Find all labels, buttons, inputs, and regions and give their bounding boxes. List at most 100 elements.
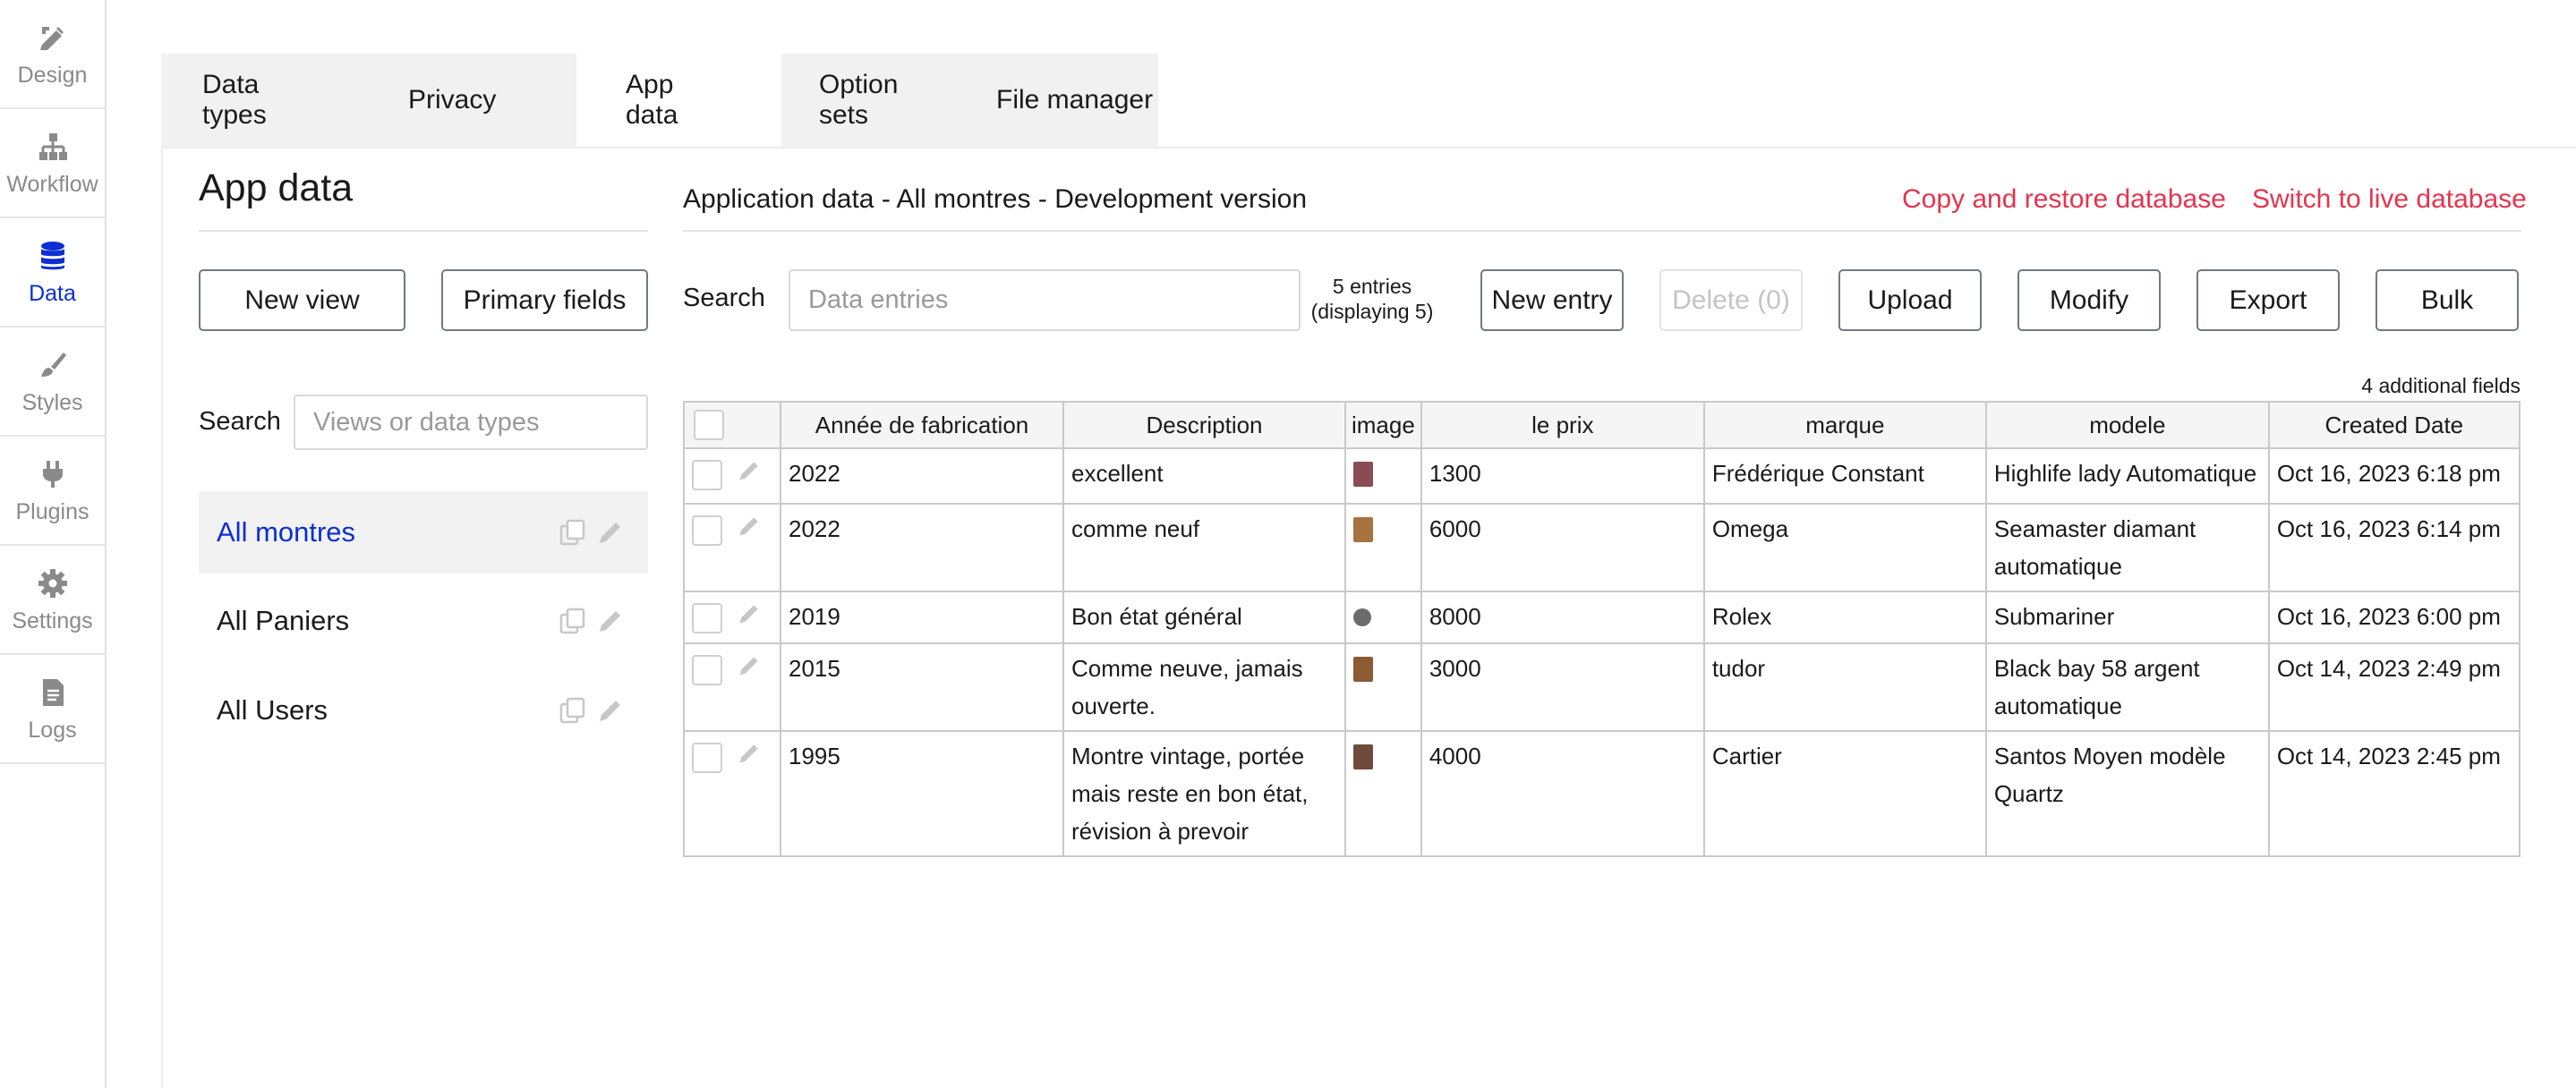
tab-app-data[interactable]: App data (576, 54, 781, 147)
tab-file-manager[interactable]: File manager (987, 54, 1158, 147)
copy-icon[interactable] (559, 518, 587, 554)
sidebar-item-label: Workflow (6, 171, 98, 197)
table-header-row: Année de fabrication Description image l… (683, 401, 2521, 449)
row-controls (683, 642, 781, 732)
cell-modele: Santos Moyen modèle Quartz (1984, 730, 2270, 857)
database-icon (35, 238, 71, 274)
sidebar-item-label: Styles (21, 389, 83, 415)
data-view-subtitle: Application data - All montres - Develop… (683, 184, 1308, 214)
cell-created-date: Oct 14, 2023 2:49 pm (2267, 642, 2521, 732)
row-checkbox[interactable] (692, 603, 722, 633)
watch-thumbnail[interactable] (1353, 517, 1373, 542)
edit-pencil-icon[interactable] (737, 651, 762, 689)
column-header[interactable]: Created Date (2267, 401, 2521, 449)
column-header[interactable]: image (1344, 401, 1422, 449)
row-checkbox[interactable] (692, 515, 722, 546)
cell-created-date: Oct 14, 2023 2:45 pm (2267, 730, 2521, 857)
cell-prix: 1300 (1420, 447, 1705, 505)
divider (683, 230, 2521, 232)
watch-thumbnail[interactable] (1353, 608, 1371, 626)
export-button[interactable]: Export (2196, 269, 2340, 331)
cell-image (1344, 730, 1422, 857)
watch-thumbnail[interactable] (1353, 462, 1373, 487)
sidebar-item-design[interactable]: Design (0, 0, 105, 109)
primary-fields-button[interactable]: Primary fields (441, 269, 648, 331)
column-header[interactable]: Année de fabrication (780, 401, 1064, 449)
cell-annee: 2022 (780, 447, 1064, 505)
copy-restore-database-link[interactable]: Copy and restore database (1902, 184, 2226, 215)
sidebar-item-plugins[interactable]: Plugins (0, 437, 105, 546)
cell-image (1344, 642, 1422, 732)
row-checkbox[interactable] (692, 460, 722, 490)
sidebar-item-settings[interactable]: Settings (0, 546, 105, 655)
delete-button[interactable]: Delete (0) (1659, 269, 1803, 331)
sidebar-item-logs[interactable]: Logs (0, 655, 105, 764)
cell-marque: Rolex (1702, 591, 1987, 644)
copy-icon[interactable] (559, 696, 587, 732)
switch-live-database-link[interactable]: Switch to live database (2252, 184, 2527, 215)
left-sidebar: Design Workflow Data Styles Plugins Sett… (0, 0, 107, 1088)
cell-created-date: Oct 16, 2023 6:18 pm (2267, 447, 2521, 505)
cell-description: Comme neuve, jamais ouverte. (1062, 642, 1346, 732)
tab-privacy[interactable]: Privacy (367, 54, 576, 147)
cell-image (1344, 503, 1422, 592)
sidebar-item-workflow[interactable]: Workflow (0, 109, 105, 218)
new-view-button[interactable]: New view (199, 269, 405, 331)
cell-description: Bon état général (1062, 591, 1346, 644)
column-header[interactable]: modele (1984, 401, 2270, 449)
view-item-actions (559, 607, 625, 642)
select-all-checkbox[interactable] (694, 410, 724, 440)
copy-icon[interactable] (559, 607, 587, 642)
view-item-label: All Paniers (217, 605, 350, 636)
bulk-button[interactable]: Bulk (2376, 269, 2519, 331)
sidebar-item-styles[interactable]: Styles (0, 327, 105, 437)
cell-marque: Omega (1702, 503, 1987, 592)
views-search-label: Search (199, 407, 281, 436)
cell-annee: 2015 (780, 642, 1064, 732)
edit-pencil-icon[interactable] (596, 607, 625, 642)
edit-pencil-icon[interactable] (737, 512, 762, 549)
column-header[interactable]: marque (1702, 401, 1987, 449)
cell-annee: 2022 (780, 503, 1064, 592)
tab-data-types[interactable]: Data types (161, 54, 367, 147)
row-checkbox[interactable] (692, 743, 722, 773)
column-header[interactable]: Description (1062, 401, 1346, 449)
page-title: App data (199, 166, 354, 209)
views-search-input[interactable]: Views or data types (294, 395, 648, 450)
entries-search-input[interactable]: Data entries (789, 269, 1301, 331)
cell-prix: 4000 (1420, 730, 1705, 857)
new-entry-button[interactable]: New entry (1480, 269, 1624, 331)
sidebar-item-label: Plugins (15, 498, 90, 524)
column-header[interactable]: le prix (1420, 401, 1705, 449)
modify-button[interactable]: Modify (2017, 269, 2161, 331)
edit-pencil-icon[interactable] (596, 696, 625, 732)
cell-marque: Cartier (1702, 730, 1987, 857)
cell-modele: Seamaster diamant automatique (1984, 503, 2270, 592)
tab-option-sets[interactable]: Option sets (781, 54, 987, 147)
upload-button[interactable]: Upload (1838, 269, 1982, 331)
edit-pencil-icon[interactable] (737, 599, 762, 637)
cell-created-date: Oct 16, 2023 6:00 pm (2267, 591, 2521, 644)
view-item-all-paniers[interactable]: All Paniers (199, 580, 648, 662)
cell-created-date: Oct 16, 2023 6:14 pm (2267, 503, 2521, 592)
table-row: 2019 Bon état général 8000 Rolex Submari… (683, 591, 2521, 644)
view-item-all-users[interactable]: All Users (199, 669, 648, 752)
cell-modele: Submariner (1984, 591, 2270, 644)
row-controls (683, 591, 781, 644)
additional-fields-link[interactable]: 4 additional fields (2361, 374, 2521, 398)
edit-pencil-icon[interactable] (737, 739, 762, 777)
cell-marque: Frédérique Constant (1702, 447, 1987, 505)
watch-thumbnail[interactable] (1353, 657, 1373, 682)
watch-thumbnail[interactable] (1353, 744, 1373, 769)
edit-pencil-icon[interactable] (596, 518, 625, 554)
view-item-actions (559, 518, 625, 554)
row-checkbox[interactable] (692, 655, 722, 685)
table-row: 2022 excellent 1300 Frédérique Constant … (683, 447, 2521, 505)
view-item-all-montres[interactable]: All montres (199, 491, 648, 574)
view-item-label: All Users (217, 694, 328, 726)
document-icon (35, 675, 71, 710)
cell-annee: 1995 (780, 730, 1064, 857)
sidebar-item-data[interactable]: Data (0, 218, 105, 327)
gear-icon (35, 565, 71, 601)
edit-pencil-icon[interactable] (737, 456, 762, 494)
